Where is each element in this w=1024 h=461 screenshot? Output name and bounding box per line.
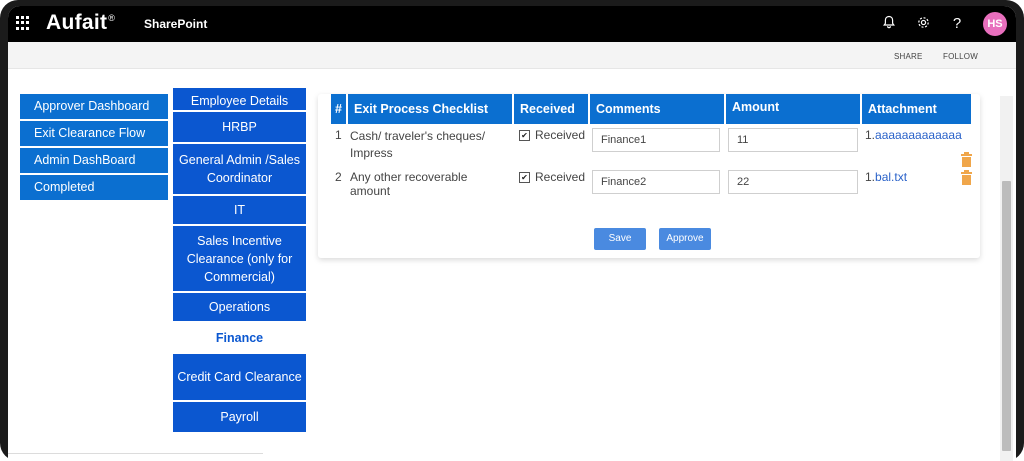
- tab-sales-incentive-clearance[interactable]: Sales Incentive Clearance (only for Comm…: [173, 226, 306, 293]
- tab-employee-details[interactable]: Employee Details: [173, 88, 306, 112]
- app-launcher-icon[interactable]: [16, 16, 30, 30]
- trash-icon[interactable]: [961, 170, 972, 185]
- table-row: 2 Any other recoverable amount ✔ Received…: [331, 166, 971, 202]
- received-label: Received: [535, 170, 586, 184]
- attachment-cell: 1.bal.txt: [861, 166, 971, 202]
- attachment-link[interactable]: aaaaaaaaaaaaa: [875, 128, 962, 142]
- amount-cell: 22: [725, 166, 861, 202]
- amount-input[interactable]: 11: [728, 128, 858, 152]
- attachment-index: 1.: [865, 170, 876, 184]
- tab-it[interactable]: IT: [173, 196, 306, 226]
- comment-cell: Finance1: [589, 124, 725, 166]
- left-navigation: Approver Dashboard Exit Clearance Flow A…: [20, 94, 168, 202]
- col-comments: Comments: [589, 94, 726, 124]
- divider: [8, 453, 263, 454]
- tab-hrbp[interactable]: HRBP: [173, 112, 306, 144]
- col-number: #: [331, 94, 348, 124]
- comment-input[interactable]: Finance2: [592, 170, 720, 194]
- attachment-index: 1.: [865, 128, 876, 142]
- row-number: 1: [335, 128, 342, 142]
- scrollbar-thumb[interactable]: [1002, 181, 1011, 451]
- comment-cell: Finance2: [589, 166, 725, 202]
- col-attachment: Attachment: [861, 94, 971, 124]
- follow-button[interactable]: FOLLOW: [943, 52, 978, 61]
- screen: Aufait® SharePoint ? HS SHARE FOLLOW App…: [8, 6, 1016, 461]
- attachment-link[interactable]: bal.txt: [875, 170, 907, 184]
- help-icon[interactable]: ?: [948, 15, 966, 33]
- received-cell: ✔ Received: [513, 124, 589, 166]
- suite-bar: Aufait® SharePoint ? HS: [8, 6, 1016, 42]
- checklist-item: Any other recoverable amount: [350, 170, 468, 198]
- col-checklist: Exit Process Checklist: [347, 94, 514, 124]
- comment-input[interactable]: Finance1: [592, 128, 720, 152]
- checklist-table: # Exit Process Checklist Received Commen…: [331, 94, 971, 202]
- received-label: Received: [535, 128, 586, 142]
- table-header-row: # Exit Process Checklist Received Commen…: [331, 94, 971, 124]
- approve-button[interactable]: Approve: [659, 228, 711, 250]
- nav-completed[interactable]: Completed: [20, 175, 168, 200]
- attachment-cell: 1.aaaaaaaaaaaaa: [861, 124, 971, 166]
- amount-input[interactable]: 22: [728, 170, 858, 194]
- nav-admin-dashboard[interactable]: Admin DashBoard: [20, 148, 168, 173]
- nav-approver-dashboard[interactable]: Approver Dashboard: [20, 94, 168, 119]
- share-button[interactable]: SHARE: [894, 52, 923, 61]
- bell-icon[interactable]: [880, 15, 898, 33]
- received-checkbox[interactable]: ✔: [519, 172, 530, 183]
- command-bar: SHARE FOLLOW: [8, 42, 1016, 69]
- brand-logo[interactable]: Aufait®: [46, 11, 115, 35]
- col-amount: Amount: [725, 94, 862, 124]
- received-cell: ✔ Received: [513, 166, 589, 202]
- department-tabs: Employee Details HRBP General Admin /Sal…: [173, 88, 306, 432]
- avatar[interactable]: HS: [983, 12, 1007, 36]
- received-checkbox[interactable]: ✔: [519, 130, 530, 141]
- amount-cell: 11: [725, 124, 861, 166]
- save-button[interactable]: Save: [594, 228, 646, 250]
- tab-payroll[interactable]: Payroll: [173, 402, 306, 432]
- tab-credit-card-clearance[interactable]: Credit Card Clearance: [173, 354, 306, 402]
- table-row: 1 Cash/ traveler's cheques/ Impress ✔ Rec…: [331, 124, 971, 166]
- tab-finance[interactable]: Finance: [173, 323, 306, 354]
- trash-icon[interactable]: [961, 152, 972, 167]
- nav-exit-clearance-flow[interactable]: Exit Clearance Flow: [20, 121, 168, 146]
- col-received: Received: [513, 94, 590, 124]
- gear-icon[interactable]: [914, 15, 932, 33]
- site-name[interactable]: SharePoint: [144, 17, 207, 31]
- checklist-item: Cash/ traveler's cheques/ Impress: [350, 129, 486, 160]
- device-frame: Aufait® SharePoint ? HS SHARE FOLLOW App…: [0, 0, 1024, 461]
- vertical-scrollbar[interactable]: [1000, 96, 1013, 461]
- tab-operations[interactable]: Operations: [173, 293, 306, 323]
- tab-general-admin[interactable]: General Admin /Sales Coordinator: [173, 144, 306, 196]
- row-number: 2: [335, 170, 342, 184]
- finance-checklist-panel: # Exit Process Checklist Received Commen…: [318, 94, 980, 258]
